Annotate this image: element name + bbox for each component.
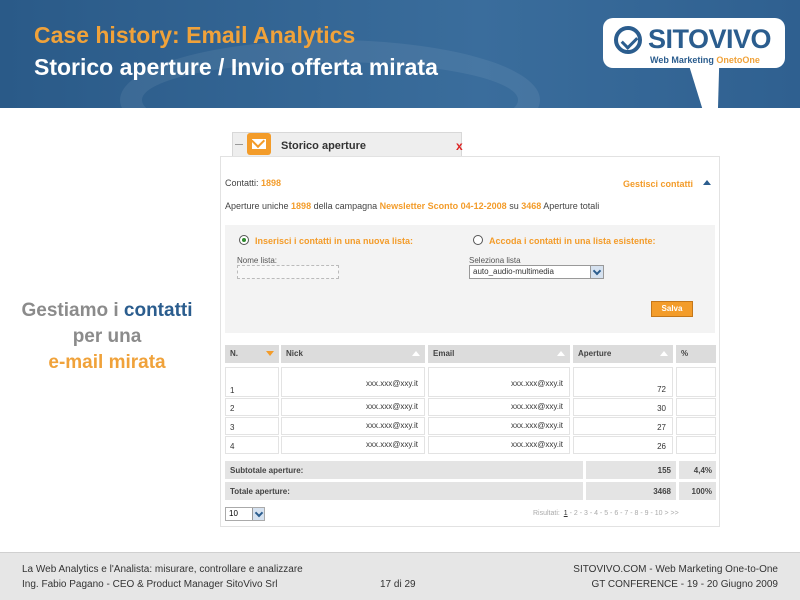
cell-n: 1 [225,367,279,397]
logo-name: SITOVIVO [648,24,772,54]
cell-n: 4 [225,436,279,454]
footer-site: SITOVIVO.COM - Web Marketing One-to-One [573,564,778,575]
cell-email: xxx.xxx@xxy.it [428,436,570,454]
sort-asc-icon[interactable] [412,351,420,356]
widget-tab[interactable]: Storico aperture x [232,132,463,156]
slide-caption: Gestiamo i contatti per una e-mail mirat… [0,298,214,376]
caption-line-2: per una [72,326,142,347]
cell-aperture: 27 [573,417,673,435]
column-aperture[interactable]: Aperture [573,345,673,363]
envelope-icon [247,133,271,155]
cell-email: xxx.xxx@xxy.it [428,367,570,397]
aperture-summary: Aperture uniche 1898 della campagna News… [225,201,600,211]
cell-pct [676,367,716,397]
cell-nick: xxx.xxx@xxy.it [281,367,425,397]
sort-asc-icon[interactable] [557,351,565,356]
cell-aperture: 30 [573,398,673,416]
subtotal-pct: 4,4% [679,461,716,479]
sort-desc-icon[interactable] [266,351,274,356]
page-number: 17 di 29 [380,579,416,590]
caption-highlight: contatti [123,300,193,321]
gestisci-contatti-link[interactable]: Gestisci contatti [623,179,693,189]
widget-title: Storico aperture [281,140,366,152]
nome-lista-input[interactable] [237,265,339,279]
footer-event: GT CONFERENCE - 19 - 20 Giugno 2009 [591,579,778,590]
column-email[interactable]: Email [428,345,570,363]
chevron-down-icon[interactable] [590,266,603,278]
slide-title: Case history: Email Analytics [34,22,356,48]
cell-pct [676,398,716,416]
column-nick[interactable]: Nick [281,345,425,363]
page-size-value: 10 [229,509,238,518]
page-links[interactable]: - 2 - 3 - 4 - 5 - 6 - 7 - 8 - 9 - 10 > >… [568,510,679,517]
cell-aperture: 72 [573,367,673,397]
cell-email: xxx.xxx@xxy.it [428,417,570,435]
seleziona-lista-label: Seleziona lista [469,256,521,265]
slide-subtitle: Storico aperture / Invio offerta mirata [34,54,438,80]
footer-talk-title: La Web Analytics e l'Analista: misurare,… [22,564,303,575]
caption-text: Gestiamo i [21,300,124,321]
radio-existing-list-label[interactable]: Accoda i contatti in una lista esistente… [489,236,656,246]
nome-lista-label: Nome lista: [237,256,278,265]
footer-author: Ing. Fabio Pagano - CEO & Product Manage… [22,579,278,590]
total-value: 3468 [586,482,676,500]
logo-tagline: Web Marketing OnetoOne [650,55,760,65]
sitovivo-logo-icon [614,26,642,54]
close-icon[interactable]: x [456,139,463,153]
column-n[interactable]: N. [225,345,279,363]
page-size-select[interactable]: 10 [225,507,265,521]
cell-aperture: 26 [573,436,673,454]
caption-line-3: e-mail mirata [48,352,166,373]
total-pct: 100% [679,482,716,500]
cell-n: 2 [225,398,279,416]
cell-n: 3 [225,417,279,435]
slide-footer: La Web Analytics e l'Analista: misurare,… [0,552,800,600]
cell-pct [676,436,716,454]
chevron-down-icon[interactable] [252,508,264,520]
cell-email: xxx.xxx@xxy.it [428,398,570,416]
sort-asc-icon[interactable] [660,351,668,356]
minimize-icon[interactable] [235,144,243,145]
cell-pct [676,417,716,435]
pagination[interactable]: Risultati: 1 - 2 - 3 - 4 - 5 - 6 - 7 - 8… [533,510,679,517]
list-form: Inserisci i contatti in una nuova lista:… [225,225,715,333]
widget-panel: Contatti: 1898 Gestisci contatti Apertur… [220,156,720,527]
cell-nick: xxx.xxx@xxy.it [281,398,425,416]
cell-nick: xxx.xxx@xxy.it [281,417,425,435]
selected-list: auto_audio-multimedia [473,267,554,276]
radio-new-list-label[interactable]: Inserisci i contatti in una nuova lista: [255,236,413,246]
cell-nick: xxx.xxx@xxy.it [281,436,425,454]
column-pct[interactable]: % [676,345,716,363]
radio-new-list[interactable] [239,235,249,245]
salva-button[interactable]: Salva [651,301,693,317]
radio-existing-list[interactable] [473,235,483,245]
total-label: Totale aperture: [225,482,583,500]
subtotal-label: Subtotale aperture: [225,461,583,479]
contatti-count: Contatti: 1898 [225,178,282,188]
seleziona-lista-select[interactable]: auto_audio-multimedia [469,265,604,279]
subtotal-value: 155 [586,461,676,479]
collapse-arrow-icon[interactable] [703,180,711,185]
storico-aperture-widget: Storico aperture x Contatti: 1898 Gestis… [220,130,720,527]
